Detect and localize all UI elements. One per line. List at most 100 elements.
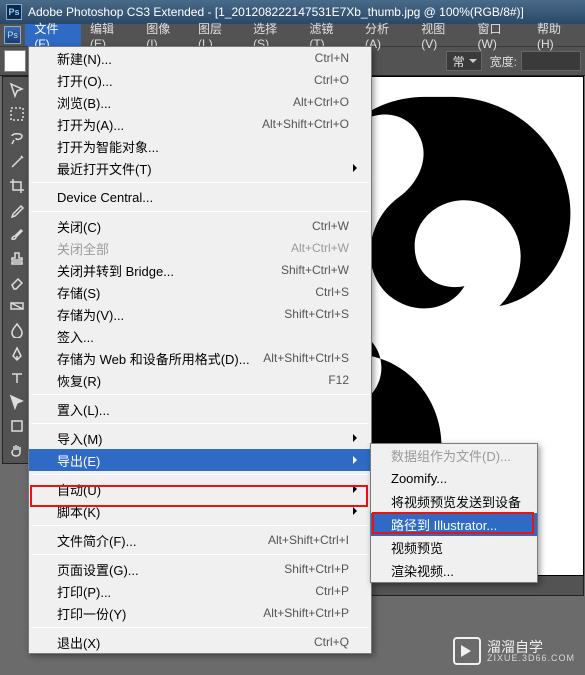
gradient-tool-icon[interactable] bbox=[5, 295, 29, 317]
export-submenu-item[interactable]: 视频预览 bbox=[371, 536, 537, 559]
watermark-sub: ZIXUE.3D66.COM bbox=[487, 654, 575, 663]
export-submenu-item: 数据组作为文件(D)... bbox=[371, 444, 537, 467]
watermark: 溜溜自学 ZIXUE.3D66.COM bbox=[453, 637, 575, 665]
tool-preset[interactable] bbox=[4, 50, 26, 72]
style-dropdown[interactable]: 常 bbox=[446, 51, 482, 71]
menu-item-shortcut: Ctrl+W bbox=[312, 219, 349, 233]
file-menu-item[interactable]: 导出(E) bbox=[29, 449, 371, 471]
file-menu-item[interactable]: 新建(N)...Ctrl+N bbox=[29, 47, 371, 69]
stamp-tool-icon[interactable] bbox=[5, 247, 29, 269]
menu-select[interactable]: 选择(S) bbox=[244, 24, 300, 46]
file-menu-item[interactable]: 页面设置(G)...Shift+Ctrl+P bbox=[29, 558, 371, 580]
menu-item-label: 恢复(R) bbox=[57, 371, 328, 390]
menu-separator bbox=[31, 627, 369, 628]
play-icon bbox=[453, 637, 481, 665]
ps-icon[interactable]: Ps bbox=[4, 26, 21, 44]
menu-item-label: 存储(S) bbox=[57, 283, 315, 302]
export-submenu-item[interactable]: 将视频预览发送到设备 bbox=[371, 490, 537, 513]
menu-item-shortcut: Ctrl+S bbox=[315, 285, 349, 299]
file-menu-item[interactable]: 脚本(K) bbox=[29, 500, 371, 522]
crop-tool-icon[interactable] bbox=[5, 175, 29, 197]
menu-item-shortcut: Shift+Ctrl+S bbox=[284, 307, 349, 321]
export-submenu-item[interactable]: Zoomify... bbox=[371, 467, 537, 490]
menu-filter[interactable]: 滤镜(T) bbox=[300, 24, 356, 46]
menu-window[interactable]: 窗口(W) bbox=[469, 24, 528, 46]
menu-item-label: 存储为(V)... bbox=[57, 305, 284, 324]
lasso-tool-icon[interactable] bbox=[5, 127, 29, 149]
menu-separator bbox=[31, 474, 369, 475]
menu-item-label: 打开为(A)... bbox=[57, 115, 262, 134]
menu-layer[interactable]: 图层(L) bbox=[189, 24, 244, 46]
menu-item-label: 浏览(B)... bbox=[57, 93, 293, 112]
menu-item-shortcut: F12 bbox=[328, 373, 349, 387]
wand-tool-icon[interactable] bbox=[5, 151, 29, 173]
file-menu-item[interactable]: 恢复(R)F12 bbox=[29, 369, 371, 391]
move-tool-icon[interactable] bbox=[5, 79, 29, 101]
file-menu-item[interactable]: 最近打开文件(T) bbox=[29, 157, 371, 179]
watermark-brand: 溜溜自学 bbox=[487, 640, 575, 654]
file-menu-item[interactable]: 存储为(V)...Shift+Ctrl+S bbox=[29, 303, 371, 325]
width-input[interactable] bbox=[521, 51, 581, 71]
menu-separator bbox=[31, 182, 369, 183]
menu-edit[interactable]: 编辑(E) bbox=[81, 24, 137, 46]
menu-bar: Ps 文件(F) 编辑(E) 图像(I) 图层(L) 选择(S) 滤镜(T) 分… bbox=[0, 24, 585, 46]
menu-item-shortcut: Shift+Ctrl+W bbox=[281, 263, 349, 277]
menu-analysis[interactable]: 分析(A) bbox=[356, 24, 412, 46]
menu-item-shortcut: Alt+Ctrl+O bbox=[293, 95, 349, 109]
file-menu-item[interactable]: 退出(X)Ctrl+Q bbox=[29, 631, 371, 653]
menu-item-label: 新建(N)... bbox=[57, 49, 315, 68]
marquee-tool-icon[interactable] bbox=[5, 103, 29, 125]
menu-item-label: Device Central... bbox=[57, 190, 349, 205]
export-submenu-item[interactable]: 路径到 Illustrator... bbox=[371, 513, 537, 536]
file-menu-item[interactable]: 存储为 Web 和设备所用格式(D)...Alt+Shift+Ctrl+S bbox=[29, 347, 371, 369]
file-menu-item[interactable]: 自动(U) bbox=[29, 478, 371, 500]
menu-view[interactable]: 视图(V) bbox=[412, 24, 468, 46]
menu-item-shortcut: Alt+Shift+Ctrl+I bbox=[268, 533, 349, 547]
file-menu-item[interactable]: 置入(L)... bbox=[29, 398, 371, 420]
blur-tool-icon[interactable] bbox=[5, 319, 29, 341]
menu-help[interactable]: 帮助(H) bbox=[528, 24, 585, 46]
file-menu-item[interactable]: 打开(O)...Ctrl+O bbox=[29, 69, 371, 91]
menu-item-shortcut: Alt+Shift+Ctrl+P bbox=[263, 606, 349, 620]
menu-item-label: 打印一份(Y) bbox=[57, 604, 263, 623]
pen-tool-icon[interactable] bbox=[5, 343, 29, 365]
hand-tool-icon[interactable] bbox=[5, 439, 29, 461]
menu-separator bbox=[31, 394, 369, 395]
file-menu-item[interactable]: 打印一份(Y)Alt+Shift+Ctrl+P bbox=[29, 602, 371, 624]
file-menu-item[interactable]: 打开为智能对象... bbox=[29, 135, 371, 157]
file-menu-item[interactable]: 打开为(A)...Alt+Shift+Ctrl+O bbox=[29, 113, 371, 135]
export-submenu-item[interactable]: 渲染视频... bbox=[371, 559, 537, 582]
eraser-tool-icon[interactable] bbox=[5, 271, 29, 293]
eyedropper-tool-icon[interactable] bbox=[5, 199, 29, 221]
menu-item-shortcut: Shift+Ctrl+P bbox=[284, 562, 349, 576]
brush-tool-icon[interactable] bbox=[5, 223, 29, 245]
menu-separator bbox=[31, 211, 369, 212]
file-menu-item[interactable]: 关闭并转到 Bridge...Shift+Ctrl+W bbox=[29, 259, 371, 281]
menu-item-label: 签入... bbox=[57, 327, 349, 346]
menu-item-label: 导入(M) bbox=[57, 429, 349, 448]
file-menu-item[interactable]: 文件简介(F)...Alt+Shift+Ctrl+I bbox=[29, 529, 371, 551]
path-tool-icon[interactable] bbox=[5, 391, 29, 413]
file-menu-item[interactable]: 打印(P)...Ctrl+P bbox=[29, 580, 371, 602]
menu-item-shortcut: Alt+Ctrl+W bbox=[291, 241, 349, 255]
file-menu-item[interactable]: 导入(M) bbox=[29, 427, 371, 449]
menu-item-label: 自动(U) bbox=[57, 480, 349, 499]
menu-item-label: 退出(X) bbox=[57, 633, 314, 652]
menu-image[interactable]: 图像(I) bbox=[137, 24, 189, 46]
menu-item-label: 打开为智能对象... bbox=[57, 137, 349, 156]
menu-item-shortcut: Ctrl+N bbox=[315, 51, 349, 65]
file-menu-item[interactable]: 存储(S)Ctrl+S bbox=[29, 281, 371, 303]
submenu-arrow-icon bbox=[353, 507, 361, 515]
menu-item-label: 关闭全部 bbox=[57, 239, 291, 258]
menu-file[interactable]: 文件(F) bbox=[25, 24, 81, 46]
type-tool-icon[interactable] bbox=[5, 367, 29, 389]
file-menu-item[interactable]: 关闭(C)Ctrl+W bbox=[29, 215, 371, 237]
style-value: 常 bbox=[453, 53, 465, 70]
menu-item-label: 置入(L)... bbox=[57, 400, 349, 419]
app-icon: Ps bbox=[6, 4, 22, 20]
file-menu-item[interactable]: 签入... bbox=[29, 325, 371, 347]
file-menu-item[interactable]: Device Central... bbox=[29, 186, 371, 208]
shape-tool-icon[interactable] bbox=[5, 415, 29, 437]
menu-item-shortcut: Ctrl+Q bbox=[314, 635, 349, 649]
file-menu-item[interactable]: 浏览(B)...Alt+Ctrl+O bbox=[29, 91, 371, 113]
